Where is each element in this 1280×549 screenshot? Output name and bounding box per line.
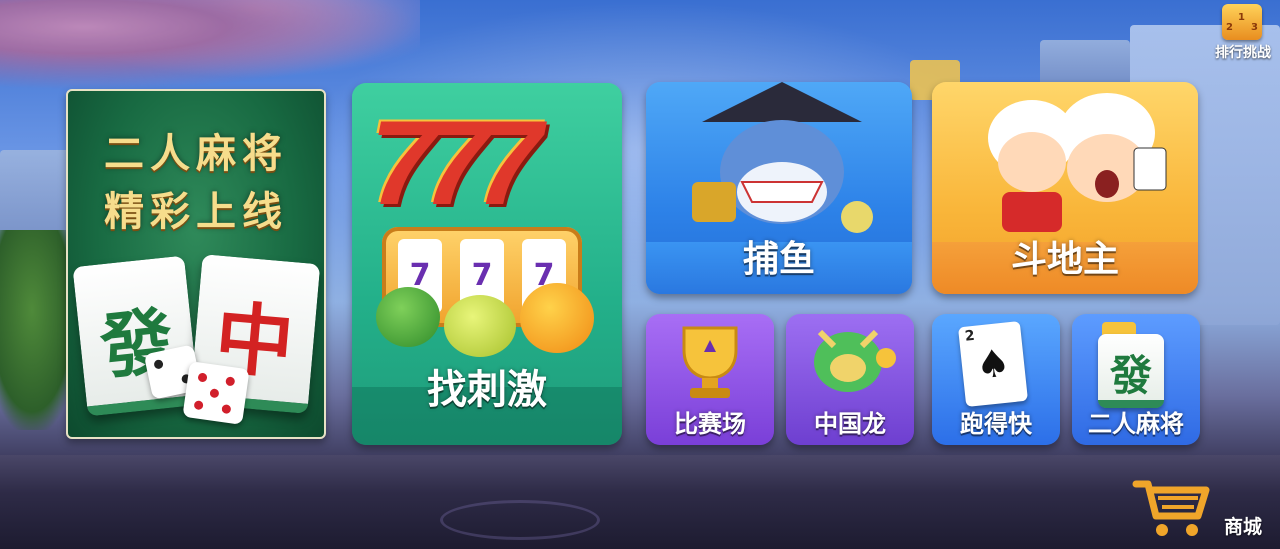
landlord-game-card[interactable]: 斗地主	[932, 82, 1198, 294]
shopping-cart-icon	[1132, 480, 1210, 536]
two-player-mahjong-label: 二人麻将	[1088, 411, 1184, 438]
run-fast-label: 跑得快	[960, 411, 1032, 438]
arena-label: 比赛场	[674, 411, 746, 438]
ranking-challenge-button[interactable]: 2 1 3 排行挑战	[1206, 0, 1280, 62]
shop-label: 商城	[1224, 516, 1263, 538]
playing-card-icon: 2 ♠	[957, 320, 1029, 408]
orange-icon	[520, 283, 594, 353]
slots-label: 找刺激	[427, 368, 547, 412]
podium-third: 3	[1251, 22, 1258, 33]
dice-icon	[182, 361, 250, 425]
dragon-label: 中国龙	[814, 411, 886, 438]
dragon-icon	[814, 329, 896, 392]
tile-fa-glyph: 發	[1109, 354, 1152, 400]
arena-game-card[interactable]: 比赛场	[646, 314, 774, 445]
card-rank: 2	[964, 327, 976, 345]
ground-emblem	[440, 500, 600, 540]
run-fast-game-card[interactable]: 2 ♠ 跑得快	[932, 314, 1060, 445]
cherry-blossom-branch	[0, 0, 420, 90]
fishing-game-card[interactable]: 捕鱼	[646, 82, 912, 294]
promo-title-line2: 精彩上线	[104, 189, 288, 234]
ground-plaza	[0, 455, 1280, 549]
slots-game-card[interactable]: 777 7 7 7 找刺激	[352, 83, 622, 445]
trophy-icon	[682, 326, 738, 398]
podium-second: 2	[1226, 22, 1233, 33]
landlord-characters-icon	[988, 93, 1167, 232]
two-player-mahjong-game-card[interactable]: 發 二人麻将	[1072, 314, 1200, 445]
big-777-icon: 777	[370, 96, 542, 230]
shop-button[interactable]: 商城	[1128, 472, 1280, 544]
spade-icon: ♠	[973, 340, 1013, 388]
mahjong-tile-icon: 發	[1098, 334, 1164, 408]
promo-title-line1: 二人麻将	[104, 131, 288, 176]
shark-pirate-icon	[692, 82, 873, 233]
landlord-label: 斗地主	[1010, 238, 1119, 279]
fishing-label: 捕鱼	[742, 238, 815, 279]
podium-icon: 2 1 3	[1222, 4, 1262, 40]
podium-first: 1	[1238, 12, 1245, 23]
lemon-icon	[444, 295, 516, 357]
chinese-dragon-game-card[interactable]: 中国龙	[786, 314, 914, 445]
ranking-label: 排行挑战	[1215, 45, 1271, 61]
watermelon-icon	[376, 287, 440, 347]
two-player-mahjong-banner[interactable]: 二人麻将 精彩上线 發 中	[66, 89, 326, 439]
